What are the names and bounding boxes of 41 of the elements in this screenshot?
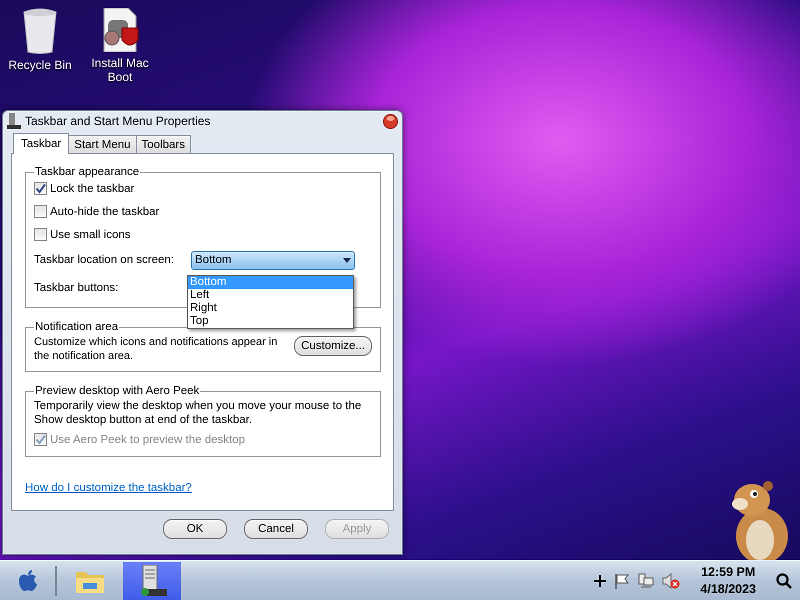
apple-start-icon[interactable]: [18, 570, 38, 592]
muted-speaker-icon[interactable]: [662, 572, 680, 588]
group-title: Preview desktop with Aero Peek: [34, 385, 200, 397]
tab[interactable]: Start Menu: [68, 135, 137, 153]
flag-icon[interactable]: [614, 572, 630, 588]
field-label: Taskbar buttons:: [34, 282, 120, 294]
dropdown-option[interactable]: Right: [188, 302, 353, 315]
description-text: Temporarily view the desktop when you move your mouse to the Show desktop button at end of the taskbar.: [34, 399, 362, 427]
clock-time[interactable]: 12:59 PM: [701, 564, 756, 580]
desktop-icon-label[interactable]: Install Mac Boot: [85, 56, 155, 84]
tab[interactable]: Taskbar: [13, 133, 70, 154]
checkbox-label: Use Aero Peek to preview the desktop: [50, 434, 245, 446]
clock-date[interactable]: 4/18/2023: [700, 580, 756, 598]
desktop-icon-label[interactable]: Recycle Bin: [5, 58, 75, 72]
network-icon[interactable]: [638, 572, 654, 588]
window-title: Taskbar and Start Menu Properties: [25, 114, 212, 128]
close-button[interactable]: [383, 114, 398, 128]
dialog-button[interactable]: Cancel: [244, 519, 308, 539]
recycle-bin-icon[interactable]: [22, 8, 58, 54]
checkbox-label: Use small icons: [50, 228, 131, 240]
group-title: Notification area: [34, 321, 120, 333]
checkbox[interactable]: [34, 205, 47, 218]
caret-icon: [343, 258, 351, 262]
help-link[interactable]: How do I customize the taskbar?: [25, 482, 192, 494]
dropdown-option[interactable]: Top: [188, 315, 353, 328]
taskbar-properties-icon: [7, 113, 21, 129]
dropdown-option[interactable]: Left: [188, 289, 353, 302]
checkbox-label: Auto-hide the taskbar: [50, 206, 160, 218]
dialog-button[interactable]: OK: [163, 519, 227, 539]
checkbox-label: Lock the taskbar: [50, 182, 134, 194]
tab[interactable]: Toolbars: [136, 135, 191, 153]
search-icon[interactable]: [776, 572, 792, 588]
field-label: Taskbar location on screen:: [34, 254, 175, 266]
plus-icon[interactable]: [594, 574, 606, 586]
group-title: Taskbar appearance: [34, 166, 140, 178]
location-dropdown[interactable]: Bottom: [191, 250, 355, 270]
customize-button[interactable]: Customize...: [294, 336, 372, 356]
taskbar-app-button[interactable]: [123, 562, 181, 600]
checkbox[interactable]: [34, 228, 47, 241]
description-text: Customize which icons and notifications appear in the notification area.: [34, 335, 278, 363]
checkbox[interactable]: [34, 182, 47, 195]
